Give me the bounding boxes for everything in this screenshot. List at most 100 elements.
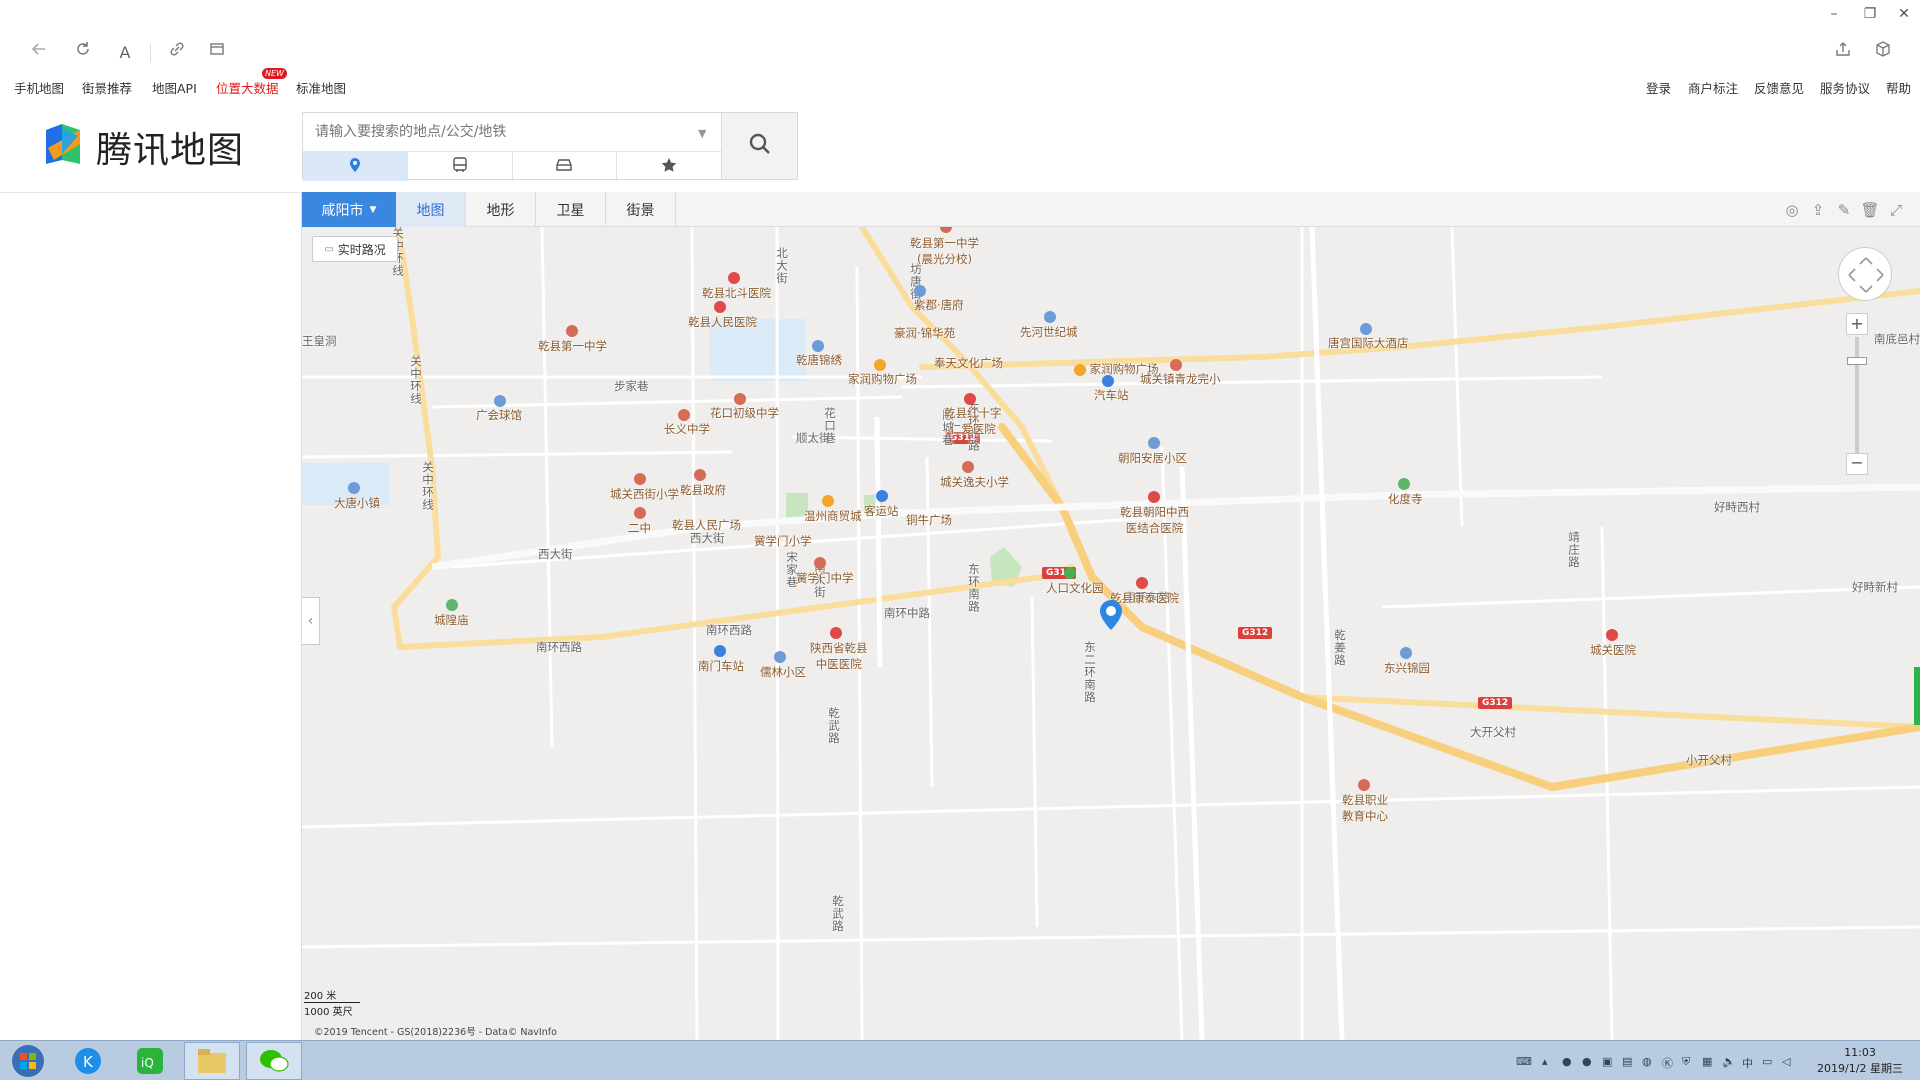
reload-icon[interactable] [70,40,96,66]
cube-icon[interactable] [1870,40,1896,66]
poi-residence[interactable]: 东兴锦园 [1384,647,1430,676]
poi-sport[interactable]: 广会球馆 [476,395,522,423]
link-icon[interactable] [164,40,190,66]
minimize-button[interactable]: – [1820,4,1848,24]
poi-school[interactable]: 乾县第一中学 [538,325,607,354]
map-canvas[interactable]: G312 G312 G312 G312 关中环线 关中环线 关中环线 北大街 步… [302,227,1920,1040]
system-clock[interactable]: 11:03 2019/1/2 星期三 [1800,1045,1920,1077]
share-icon[interactable]: ⇪ [1808,200,1828,220]
poi-school[interactable]: 乾县第一中学 (晨光分校) [910,227,979,267]
font-size-icon[interactable]: A [112,40,138,66]
tray-expand-icon[interactable]: ▴ [1542,1055,1556,1069]
back-icon[interactable] [26,40,52,66]
poi-residence[interactable]: 先河世纪城 [1020,311,1078,340]
kugou-tray-icon[interactable]: Ⓚ [1662,1055,1676,1070]
poi-residence[interactable]: 大唐小镇 [334,482,380,511]
zoom-out-button[interactable]: − [1846,453,1868,475]
network-icon[interactable]: ▦ [1702,1055,1716,1069]
tray-app-icon[interactable]: ◍ [1642,1055,1656,1069]
link-merchant[interactable]: 商户标注 [1688,78,1738,97]
side-tab[interactable] [1914,667,1920,725]
poi-residence[interactable]: 朝阳安居小区 [1118,437,1187,466]
search-button[interactable] [722,112,798,180]
display-icon[interactable]: ▭ [1762,1055,1776,1069]
poi-school[interactable]: 长义中学 [664,409,710,437]
poi-plaza[interactable]: 乾县人民广场 [672,517,741,533]
poi-school[interactable]: 黉学门小学 [754,533,812,549]
poi-residence[interactable]: 儒林小区 [760,651,806,680]
poi-temple[interactable]: 化度寺 [1388,478,1423,507]
poi-temple[interactable]: 城隍庙 [434,599,469,628]
fullscreen-icon[interactable]: ⤢ [1886,200,1906,220]
speaker-icon[interactable]: ◁ [1782,1055,1796,1069]
wechat-tray-icon[interactable]: ● [1562,1055,1576,1069]
tab-satellite[interactable]: 卫星 [536,192,606,227]
link-map-api[interactable]: 地图API [152,78,197,97]
trash-icon[interactable]: 🗑 [1860,200,1880,220]
start-orb-icon[interactable] [0,1042,56,1080]
traffic-toggle-button[interactable]: ▭ 实时路况 [312,236,398,262]
poi-shop[interactable]: 家润购物广场 [848,359,917,387]
restore-button[interactable]: ❐ [1856,4,1884,24]
panorama-icon[interactable]: ◎ [1782,200,1802,220]
chevron-down-icon[interactable]: ▼ [698,127,706,140]
link-location-bigdata[interactable]: 位置大数据 [216,78,279,97]
tab-map[interactable]: 地图 [396,192,466,227]
volume-icon[interactable]: 🔈 [1722,1055,1736,1069]
city-selector[interactable]: 咸阳市 ▼ [302,192,396,227]
poi-residence[interactable]: 乾唐锦绣 [796,340,842,368]
poi-hotel[interactable]: 唐宫国际大酒店 [1328,323,1409,351]
close-button[interactable]: ✕ [1890,4,1918,24]
poi-school[interactable]: 黉学门中学 [796,557,854,586]
tab-location[interactable] [303,152,408,181]
poi-hospital[interactable]: 乾县人民医院 [688,301,757,330]
link-login[interactable]: 登录 [1646,78,1671,97]
window-icon[interactable] [204,40,230,66]
tray-app-icon[interactable]: ▤ [1622,1055,1636,1069]
zoom-slider-handle[interactable] [1847,357,1867,365]
poi-park[interactable]: 人口文化园 [1046,567,1104,596]
link-mobile-map[interactable]: 手机地图 [14,78,64,97]
tab-favorites[interactable] [617,152,721,181]
poi-plaza[interactable]: 铜牛广场 [906,512,952,528]
poi-plaza[interactable]: 奉天文化广场 [934,355,1003,371]
tab-car[interactable] [513,152,618,181]
collapse-panel-button[interactable]: ‹ [302,597,320,645]
ruler-icon[interactable]: ✎ [1834,200,1854,220]
poi-hospital[interactable]: 陕西省乾县 中医医院 [810,627,868,672]
link-feedback[interactable]: 反馈意见 [1754,78,1804,97]
poi-school[interactable]: 乾县职业 教育中心 [1342,779,1388,824]
security-tray-icon[interactable]: ⛨ [1682,1055,1696,1069]
poi-school[interactable]: 城关西街小学 [610,473,679,502]
explorer-icon[interactable] [184,1042,240,1080]
poi-bus-station[interactable]: 汽车站 [1094,375,1129,403]
poi-bus-station[interactable]: 南门车站 [698,645,744,674]
keyboard-icon[interactable]: ⌨ [1516,1055,1532,1069]
iqiyi-icon[interactable]: iQ [122,1042,178,1080]
link-street-view[interactable]: 街景推荐 [82,78,132,97]
pan-control[interactable] [1838,247,1892,301]
link-standard-map[interactable]: 标准地图 [296,78,346,97]
poi-government[interactable]: 乾县政府 [680,469,726,498]
poi-school[interactable]: 二中 [628,507,651,536]
poi-hospital[interactable]: 乾县朝阳中西 医结合医院 [1120,491,1189,536]
share-icon[interactable] [1830,40,1856,66]
poi-shop[interactable]: 温州商贸城 [804,495,862,524]
tencent-map-logo-icon[interactable] [40,120,88,168]
poi-hospital[interactable]: 城关医院 [1590,629,1636,658]
ime-icon[interactable]: 中 [1742,1055,1756,1070]
kugou-icon[interactable]: K [60,1042,116,1080]
link-help[interactable]: 帮助 [1886,78,1911,97]
search-input[interactable] [303,113,721,151]
wechat-icon[interactable] [246,1042,302,1080]
poi-school[interactable]: 城关镇青龙完小 [1140,359,1221,387]
poi-residence[interactable]: 紫郡·唐府 [914,283,964,313]
link-terms[interactable]: 服务协议 [1820,78,1870,97]
poi-hospital[interactable]: 乾县北斗医院 [702,272,771,301]
poi-residence[interactable]: 豪润·锦华苑 [894,325,955,341]
poi-school[interactable]: 城关逸夫小学 [940,461,1009,490]
tab-bus[interactable] [408,152,513,181]
tab-terrain[interactable]: 地形 [466,192,536,227]
poi-bus-station[interactable]: 客运站 [864,490,899,519]
tray-app-icon[interactable]: ▣ [1602,1055,1616,1069]
